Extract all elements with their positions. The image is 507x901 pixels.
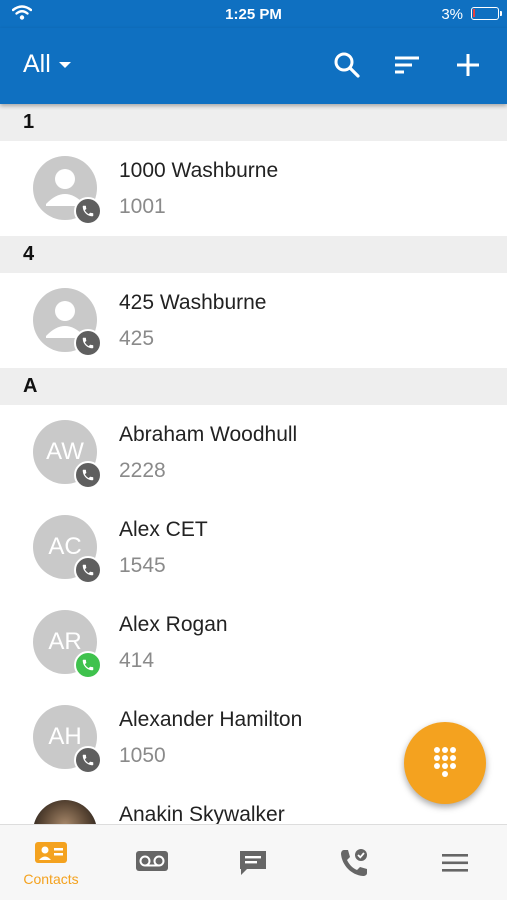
nav-contacts-label: Contacts — [23, 871, 79, 887]
chevron-down-icon — [58, 61, 71, 68]
battery-percent: 3% — [441, 6, 463, 23]
contact-number: 1050 — [119, 744, 166, 767]
nav-messages[interactable] — [203, 825, 303, 901]
contact-list[interactable]: 1 1000 Washburne 1001 4 425 Washburne 425 A AW A… — [0, 104, 507, 824]
contact-number: 1001 — [119, 195, 166, 218]
voicemail-icon — [136, 851, 168, 871]
app-bar: All — [0, 28, 507, 104]
filter-label: All — [23, 50, 51, 78]
contact-name: 1000 Washburne — [119, 159, 279, 182]
dialpad-icon — [434, 747, 456, 777]
search-icon — [334, 52, 360, 78]
dialpad-button[interactable] — [404, 722, 486, 804]
contact-name: 425 Washburne — [119, 291, 267, 314]
section-header: 1 — [0, 104, 507, 141]
nav-voicemail[interactable] — [102, 825, 202, 901]
contact-number: 414 — [119, 649, 155, 672]
contact-row[interactable]: 1000 Washburne 1001 — [0, 141, 507, 236]
nav-recent-calls[interactable] — [304, 825, 404, 901]
section-header: 4 — [0, 236, 507, 273]
phone-status-icon — [74, 556, 102, 584]
plus-icon — [457, 54, 479, 76]
battery-icon — [471, 7, 502, 20]
sort-button[interactable] — [392, 50, 422, 80]
contact-photo — [33, 800, 97, 824]
contact-name: Alexander Hamilton — [119, 708, 303, 731]
sort-icon — [395, 56, 419, 74]
phone-status-icon — [74, 461, 102, 489]
search-button[interactable] — [332, 50, 362, 80]
contact-number: 1545 — [119, 554, 166, 577]
bottom-nav: Contacts — [0, 824, 507, 900]
phone-status-icon — [74, 651, 102, 679]
contact-row[interactable]: 425 Washburne 425 — [0, 273, 507, 368]
phone-status-icon — [74, 197, 102, 225]
contacts-card-icon — [35, 842, 67, 863]
contact-row[interactable]: AR Alex Rogan 414 — [0, 595, 507, 690]
contact-name: Anakin Skywalker — [119, 803, 285, 824]
call-history-icon — [341, 849, 367, 876]
contact-row[interactable]: AW Abraham Woodhull 2228 — [0, 405, 507, 500]
contact-name: Alex CET — [119, 518, 208, 541]
status-time: 1:25 PM — [225, 6, 282, 23]
chat-icon — [240, 851, 266, 875]
phone-status-icon — [74, 746, 102, 774]
contact-name: Abraham Woodhull — [119, 423, 298, 446]
menu-icon — [442, 854, 468, 872]
contact-number: 2228 — [119, 459, 166, 482]
contact-number: 425 — [119, 327, 155, 350]
contact-row[interactable]: AC Alex CET 1545 — [0, 500, 507, 595]
section-header: A — [0, 368, 507, 405]
add-contact-button[interactable] — [453, 50, 483, 80]
nav-contacts[interactable]: Contacts — [1, 825, 101, 901]
filter-dropdown[interactable]: All — [23, 50, 71, 79]
phone-status-icon — [74, 329, 102, 357]
status-bar: 1:25 PM 3% — [0, 0, 507, 28]
nav-menu[interactable] — [405, 825, 505, 901]
contact-name: Alex Rogan — [119, 613, 228, 636]
